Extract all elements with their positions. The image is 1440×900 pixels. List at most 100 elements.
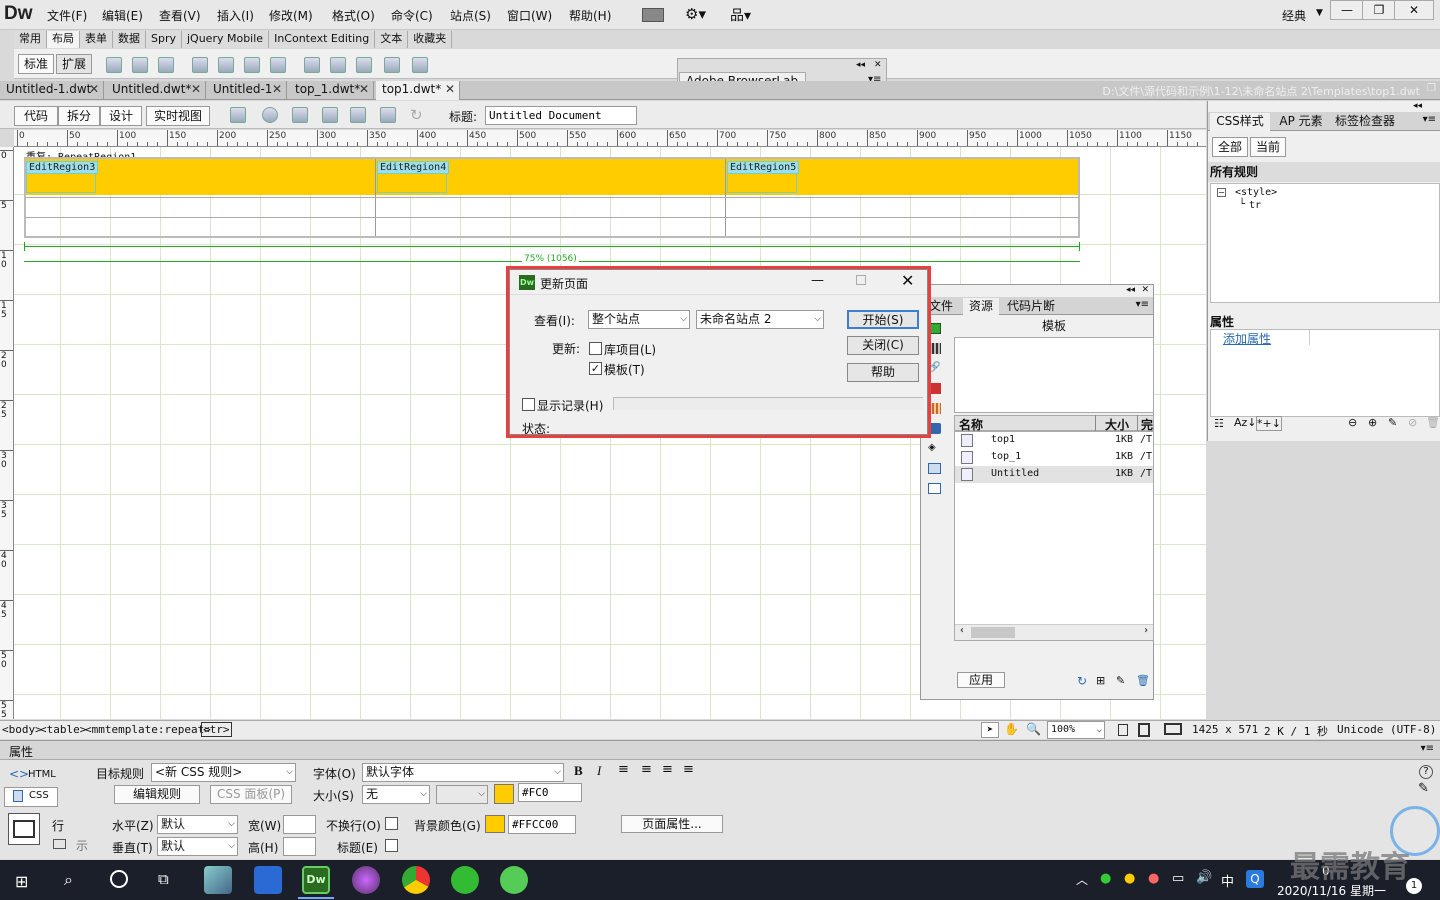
insert-table-icon[interactable] xyxy=(304,57,320,73)
edit-region-4-box[interactable] xyxy=(377,173,447,193)
code-view-button[interactable]: 代码 xyxy=(14,106,58,126)
trash-icon[interactable]: 🗑 xyxy=(1136,674,1150,687)
list-item[interactable]: top1 1KB /T xyxy=(955,432,1153,449)
notepad-app-icon[interactable] xyxy=(204,866,232,894)
multiscreen-icon[interactable] xyxy=(230,107,246,123)
tag-tr[interactable]: <tr> xyxy=(201,722,232,737)
quick-tag-editor-icon[interactable]: ✎ xyxy=(1418,781,1429,796)
menu-insert[interactable]: 插入(I) xyxy=(217,7,254,24)
apply-button[interactable]: 应用 xyxy=(957,672,1005,688)
vertical-select[interactable]: 默认 ⌵ xyxy=(157,837,238,856)
urls-icon[interactable]: 🔗 xyxy=(928,363,941,374)
refresh-icon[interactable]: ↻ xyxy=(1077,674,1087,688)
new-template-icon[interactable]: ⊞ xyxy=(1096,674,1105,687)
restore-icon[interactable]: ❐ xyxy=(1427,83,1436,94)
css-mode-button[interactable]: CSS xyxy=(4,787,58,807)
table-icon[interactable] xyxy=(106,57,122,73)
panel-menu-icon[interactable]: ▾≡ xyxy=(1421,743,1434,754)
maximize-button[interactable] xyxy=(856,275,866,285)
close-icon[interactable]: ✕ xyxy=(1141,285,1149,295)
collapse-tree-icon[interactable]: − xyxy=(1217,188,1226,197)
site-icon[interactable]: 品▾ xyxy=(730,5,751,25)
justify-icon[interactable]: ≡ xyxy=(683,762,694,777)
attach-style-icon[interactable]: ⊖ xyxy=(1348,416,1357,429)
split-cells-icon[interactable]: ⽰ xyxy=(76,837,88,854)
div-icon[interactable] xyxy=(132,57,148,73)
zoom-select[interactable]: 100% ⌵ xyxy=(1047,721,1105,739)
tab-assets[interactable]: 资源 xyxy=(963,298,999,315)
close-icon[interactable]: ✕ xyxy=(445,81,455,98)
insert-column-icon[interactable] xyxy=(384,57,400,73)
edit-region-5-box[interactable] xyxy=(727,173,797,193)
restore-button[interactable]: ❐ xyxy=(1362,0,1396,20)
volume-icon[interactable]: 🔊 xyxy=(1196,870,1212,885)
preview-browser-icon[interactable] xyxy=(262,107,278,123)
tablet-size-icon[interactable] xyxy=(1138,723,1150,737)
nowrap-checkbox[interactable] xyxy=(385,817,398,830)
menu-site[interactable]: 站点(S) xyxy=(450,7,491,24)
horizontal-scrollbar[interactable]: ‹ › xyxy=(955,624,1153,640)
doc-tab-untitled-dwt[interactable]: Untitled.dwt* ✕ xyxy=(106,81,206,100)
start-button[interactable]: 开始(S) xyxy=(847,310,919,329)
tab-text[interactable]: 文本 xyxy=(375,31,409,48)
split-view-button[interactable]: 拆分 xyxy=(58,106,100,126)
trash-icon[interactable]: 🗑 xyxy=(1426,416,1440,429)
file-management-icon[interactable] xyxy=(292,107,308,123)
close-icon[interactable]: ✕ xyxy=(191,81,201,98)
tag-body[interactable]: <body> xyxy=(2,723,42,736)
cell-height-input[interactable] xyxy=(283,837,316,856)
sort-az-icon[interactable]: Az↓ xyxy=(1234,416,1257,429)
edit-region-3-box[interactable] xyxy=(26,173,96,193)
colors-icon[interactable] xyxy=(928,343,941,354)
scroll-left-icon[interactable]: ‹ xyxy=(959,625,965,636)
italic-icon[interactable]: I xyxy=(597,763,601,779)
tab-favorites[interactable]: 收藏夹 xyxy=(408,31,453,48)
collapse-icon[interactable]: ◂◂ xyxy=(856,60,865,70)
edit-style-icon[interactable]: ✎ xyxy=(1388,416,1397,429)
insert-row-above-icon[interactable] xyxy=(330,57,346,73)
menu-format[interactable]: 格式(O) xyxy=(332,7,375,24)
scripts-icon[interactable]: ◈ xyxy=(928,443,941,454)
images-icon[interactable] xyxy=(928,323,941,334)
ime-indicator[interactable]: 中 xyxy=(1221,871,1234,890)
mode-all-button[interactable]: 全部 xyxy=(1212,137,1248,157)
header-checkbox[interactable] xyxy=(385,839,398,852)
mode-current-button[interactable]: 当前 xyxy=(1250,137,1286,157)
doc-tab-untitled-1-dwt[interactable]: Untitled-1.dwt ✕ xyxy=(0,81,104,100)
text-color-swatch[interactable] xyxy=(494,784,514,804)
wechat-tray-icon[interactable]: ● xyxy=(1100,871,1111,886)
movies-icon[interactable] xyxy=(928,423,941,434)
spry-collapsible-icon[interactable] xyxy=(270,57,286,73)
menu-view[interactable]: 查看(V) xyxy=(159,7,201,24)
bold-icon[interactable]: B xyxy=(574,763,583,779)
zoom-tool-icon[interactable]: 🔍 xyxy=(1026,722,1041,736)
minimize-button[interactable]: — xyxy=(1330,0,1364,20)
properties-grid[interactable]: 添加属性 xyxy=(1210,329,1440,417)
window-size[interactable]: 1425 x 571 xyxy=(1192,723,1258,736)
tab-data[interactable]: 数据 xyxy=(113,31,146,48)
show-log-checkbox[interactable] xyxy=(522,398,535,411)
menu-help[interactable]: 帮助(H) xyxy=(569,7,611,24)
refresh-app-icon[interactable] xyxy=(500,866,528,894)
list-item[interactable]: Untitled 1KB /T xyxy=(955,466,1153,483)
disable-icon[interactable]: ⊘ xyxy=(1408,416,1417,429)
library-items-checkbox[interactable] xyxy=(589,342,602,355)
rules-tree[interactable]: − <style> └ tr xyxy=(1210,183,1440,303)
standard-mode-button[interactable]: 标准 xyxy=(18,54,54,74)
merge-cells-icon[interactable] xyxy=(53,839,66,849)
css-panel-button[interactable]: CSS 面板(P) xyxy=(210,785,292,804)
workspace-switcher[interactable]: 经典 xyxy=(1282,7,1306,24)
panel-menu-icon[interactable]: ▾≡ xyxy=(1136,299,1149,310)
doc-tab-untitled-1[interactable]: Untitled-1 ✕ xyxy=(207,81,287,100)
minimize-button[interactable]: — xyxy=(811,273,824,288)
close-icon[interactable]: ✕ xyxy=(272,81,282,98)
insert-frame-icon[interactable] xyxy=(412,57,428,73)
site-select[interactable]: 未命名站点 2 ⌵ xyxy=(696,310,824,329)
doc-tab-top-1-dwt[interactable]: top_1.dwt* ✕ xyxy=(289,81,374,100)
chevron-down-icon[interactable]: ▼ xyxy=(1316,8,1323,18)
close-icon[interactable]: ✕ xyxy=(359,81,369,98)
tab-layout[interactable]: 布局 xyxy=(47,31,80,48)
live-view-button[interactable]: 实时视图 xyxy=(146,106,210,126)
templates-checkbox[interactable]: ✓ xyxy=(589,362,602,375)
visual-aids-icon[interactable] xyxy=(350,107,366,123)
